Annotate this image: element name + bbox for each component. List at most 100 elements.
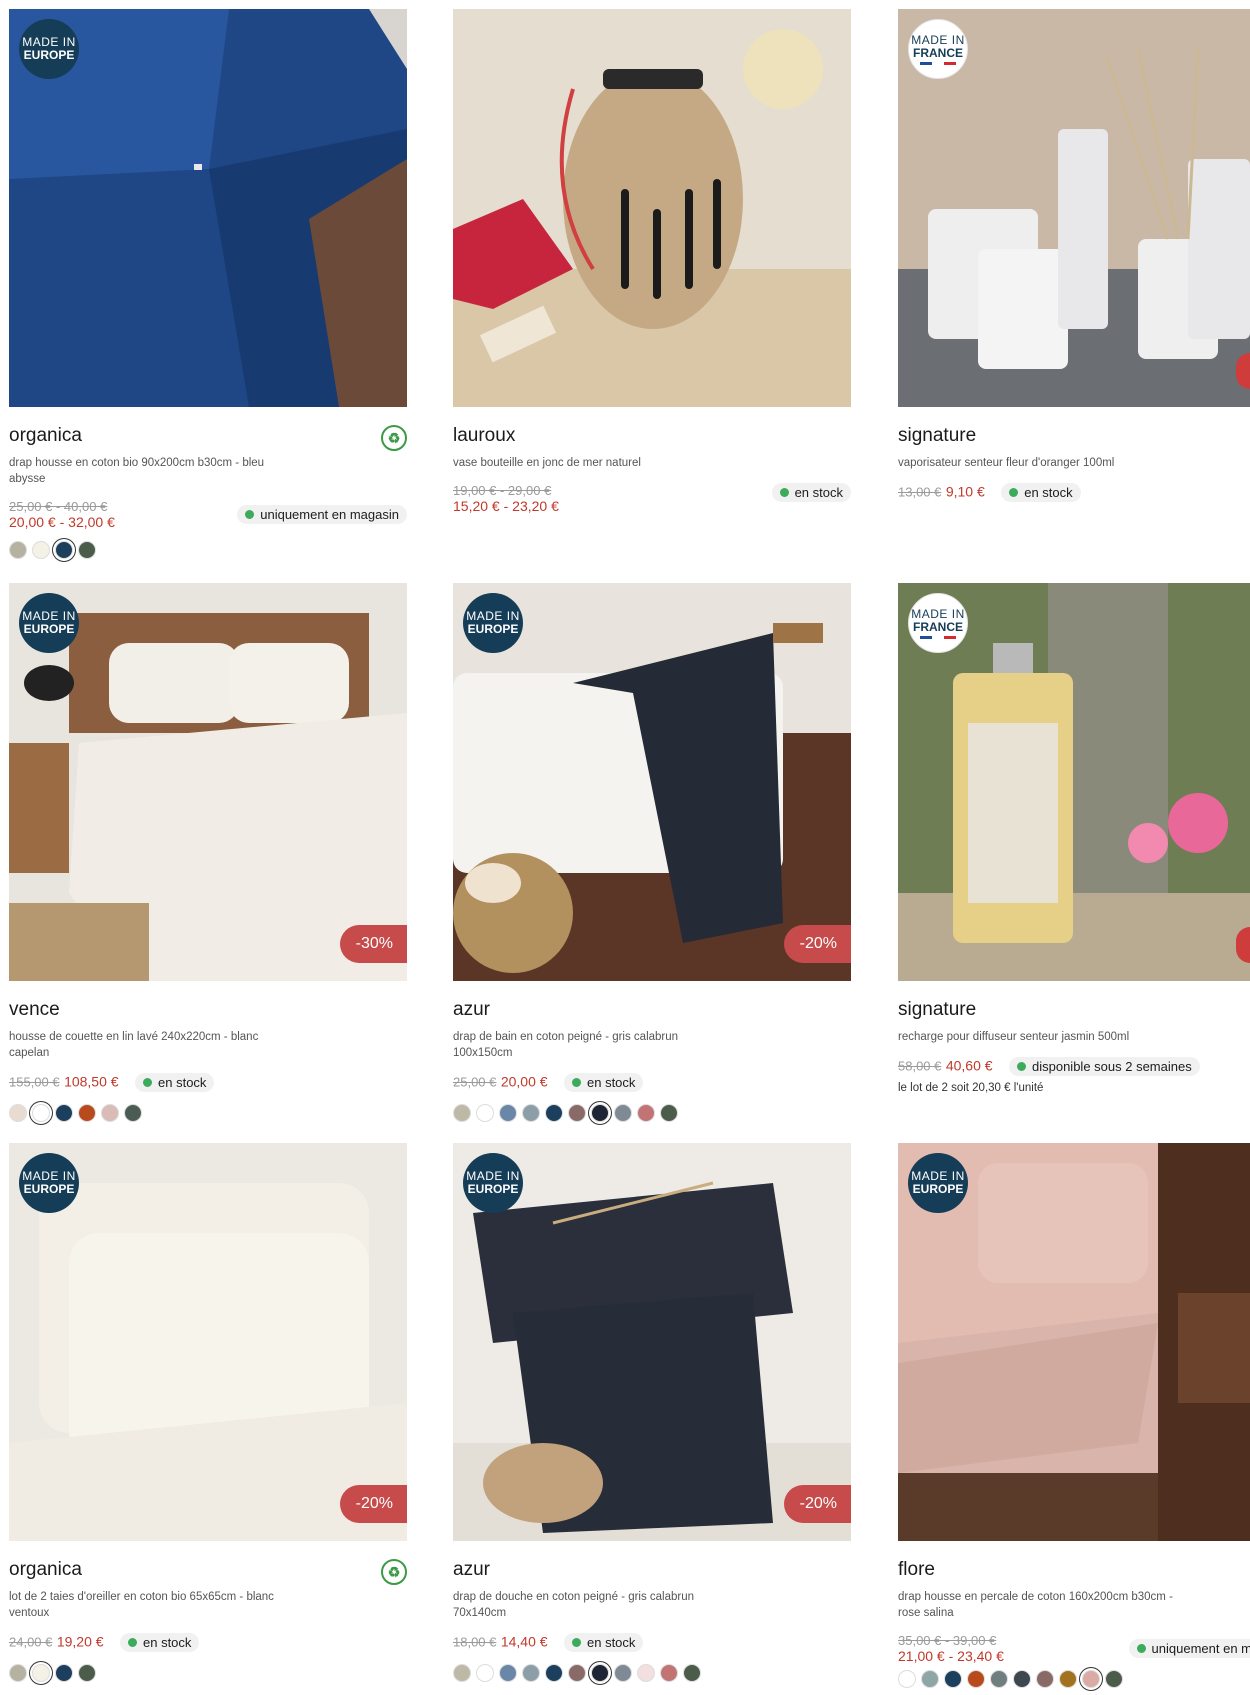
product-title[interactable]: organica (9, 425, 407, 447)
color-swatch[interactable] (499, 1664, 517, 1682)
color-swatch[interactable] (1013, 1670, 1031, 1688)
color-swatch[interactable] (55, 541, 73, 559)
color-swatch[interactable] (591, 1104, 609, 1122)
color-swatch[interactable] (637, 1664, 655, 1682)
color-swatch[interactable] (1036, 1670, 1054, 1688)
color-swatch[interactable] (614, 1104, 632, 1122)
product-description: drap housse en coton bio 90x200cm b30cm … (9, 457, 265, 485)
product-title[interactable]: azur (453, 1559, 851, 1581)
color-swatches (9, 1664, 407, 1682)
product-image[interactable]: MADE IN FRANCE (898, 9, 1250, 407)
color-swatch[interactable] (124, 1104, 142, 1122)
old-price: 25,00 € (453, 1074, 497, 1090)
product-title[interactable]: azur (453, 999, 851, 1021)
color-swatch[interactable] (522, 1664, 540, 1682)
color-swatch[interactable] (9, 541, 27, 559)
stock-label: en stock (158, 1075, 207, 1090)
discount-badge: -20% (783, 1485, 851, 1523)
product-title[interactable]: signature (898, 999, 1250, 1021)
old-price: 58,00 € (898, 1058, 942, 1074)
product-card[interactable]: MADE IN EUROPE -20% organica ♻ lot de 2 … (9, 1143, 407, 1682)
product-title[interactable]: organica (9, 1559, 407, 1581)
product-title[interactable]: vence (9, 999, 407, 1021)
color-swatch[interactable] (591, 1664, 609, 1682)
color-swatch[interactable] (568, 1664, 586, 1682)
color-swatch[interactable] (32, 1104, 50, 1122)
color-swatch[interactable] (32, 1664, 50, 1682)
product-image[interactable]: MADE IN EUROPE -20% (453, 583, 851, 981)
product-image[interactable]: MADE IN EUROPE (898, 1143, 1250, 1541)
product-title[interactable]: signature (898, 425, 1250, 447)
product-card[interactable]: MADE IN EUROPE organica ♻ drap housse en… (9, 9, 407, 559)
stock-dot-icon (1017, 1062, 1026, 1071)
organic-cotton-icon: ♻ (381, 425, 407, 451)
stock-dot-icon (128, 1638, 137, 1647)
made-in-france-badge: MADE IN FRANCE (908, 593, 968, 653)
color-swatch[interactable] (55, 1664, 73, 1682)
stock-label: en stock (1024, 485, 1073, 500)
color-swatch[interactable] (545, 1104, 563, 1122)
color-swatch[interactable] (78, 1664, 96, 1682)
product-image[interactable] (453, 9, 851, 407)
color-swatch[interactable] (1105, 1670, 1123, 1688)
stock-dot-icon (572, 1078, 581, 1087)
color-swatch[interactable] (476, 1664, 494, 1682)
color-swatch[interactable] (660, 1664, 678, 1682)
color-swatch[interactable] (660, 1104, 678, 1122)
stock-status: en stock (1001, 483, 1081, 502)
stock-label: uniquement en m (1151, 1641, 1250, 1656)
old-price: 155,00 € (9, 1074, 60, 1090)
product-card[interactable]: MADE IN EUROPE -20% azur drap de douche … (453, 1143, 851, 1682)
color-swatch[interactable] (637, 1104, 655, 1122)
color-swatch[interactable] (453, 1104, 471, 1122)
product-title[interactable]: lauroux (453, 425, 851, 447)
color-swatch[interactable] (9, 1104, 27, 1122)
color-swatch[interactable] (614, 1664, 632, 1682)
color-swatch[interactable] (453, 1664, 471, 1682)
product-description: housse de couette en lin lavé 240x220cm … (9, 1031, 259, 1059)
color-swatch[interactable] (921, 1670, 939, 1688)
unit-price-note: le lot de 2 soit 20,30 € l'unité (898, 1082, 1044, 1094)
made-in-france-badge: MADE IN FRANCE (908, 19, 968, 79)
product-title[interactable]: flore (898, 1559, 1250, 1581)
stock-status: uniquement en magasin (237, 505, 407, 524)
color-swatch[interactable] (499, 1104, 517, 1122)
color-swatch[interactable] (967, 1670, 985, 1688)
stock-status: en stock (771, 483, 851, 502)
color-swatch[interactable] (522, 1104, 540, 1122)
badge-line: MADE IN (911, 606, 965, 621)
color-swatch[interactable] (990, 1670, 1008, 1688)
color-swatch[interactable] (568, 1104, 586, 1122)
color-swatch[interactable] (683, 1664, 701, 1682)
color-swatch[interactable] (1082, 1670, 1100, 1688)
product-card[interactable]: MADE IN FRANCE signature vaporisateur se… (898, 9, 1250, 503)
color-swatch[interactable] (944, 1670, 962, 1688)
product-card[interactable]: MADE IN EUROPE flore drap housse en perc… (898, 1143, 1250, 1688)
color-swatch[interactable] (1059, 1670, 1077, 1688)
color-swatch[interactable] (55, 1104, 73, 1122)
product-image[interactable]: MADE IN FRANCE (898, 583, 1250, 981)
color-swatch[interactable] (101, 1104, 119, 1122)
product-card[interactable]: lauroux vase bouteille en jonc de mer na… (453, 9, 851, 514)
product-card[interactable]: MADE IN EUROPE -30% vence housse de coue… (9, 583, 407, 1122)
made-in-europe-badge: MADE IN EUROPE (19, 593, 79, 653)
color-swatches (453, 1104, 851, 1122)
carousel-next-arrow[interactable] (1236, 353, 1250, 389)
badge-line: EUROPE (23, 48, 75, 62)
made-in-europe-badge: MADE IN EUROPE (908, 1153, 968, 1213)
product-image[interactable]: MADE IN EUROPE -30% (9, 583, 407, 981)
color-swatch[interactable] (9, 1664, 27, 1682)
product-image[interactable]: MADE IN EUROPE -20% (453, 1143, 851, 1541)
color-swatch[interactable] (476, 1104, 494, 1122)
color-swatch[interactable] (78, 541, 96, 559)
product-image[interactable]: MADE IN EUROPE -20% (9, 1143, 407, 1541)
product-card[interactable]: MADE IN EUROPE -20% azur drap de bain en… (453, 583, 851, 1122)
color-swatch[interactable] (898, 1670, 916, 1688)
product-card[interactable]: MADE IN FRANCE signature recharge pour d… (898, 583, 1250, 1094)
carousel-next-arrow[interactable] (1236, 927, 1250, 963)
product-image[interactable]: MADE IN EUROPE (9, 9, 407, 407)
color-swatch[interactable] (78, 1104, 96, 1122)
color-swatch[interactable] (545, 1664, 563, 1682)
color-swatch[interactable] (32, 541, 50, 559)
organic-cotton-icon: ♻ (381, 1559, 407, 1585)
